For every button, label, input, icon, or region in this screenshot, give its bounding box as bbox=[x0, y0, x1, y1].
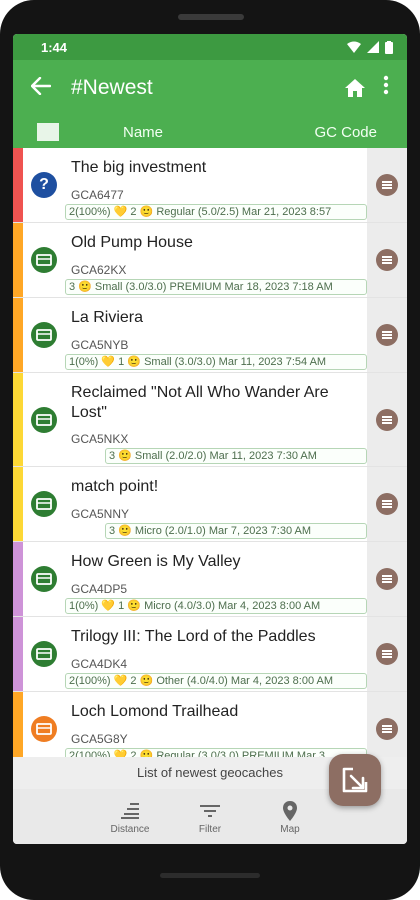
home-icon[interactable] bbox=[337, 78, 373, 98]
cache-name: The big investment bbox=[71, 159, 207, 176]
app-bar: #Newest bbox=[13, 60, 407, 116]
item-menu-icon[interactable] bbox=[376, 568, 398, 590]
cache-info: 2(100%) 💛 2 🙂 Other (4.0/4.0) Mar 4, 202… bbox=[65, 673, 367, 689]
nav-map[interactable]: Map bbox=[255, 798, 325, 835]
cache-info: 1(0%) 💛 1 🙂 Small (3.0/3.0) Mar 11, 2023… bbox=[65, 354, 367, 370]
cache-info: 3 🙂 Small (3.0/3.0) PREMIUM Mar 18, 2023… bbox=[65, 279, 367, 295]
list-item[interactable]: match point! GCA5NNY 3 🙂 Micro (2.0/1.0)… bbox=[13, 467, 407, 542]
phone-frame: 1:44 #Newest Name GC Code ? The big inve… bbox=[0, 0, 420, 900]
difficulty-stripe bbox=[13, 148, 23, 222]
page-title: #Newest bbox=[71, 76, 153, 99]
cache-code: GCA6477 bbox=[71, 188, 124, 202]
cache-code: GCA4DK4 bbox=[71, 657, 128, 671]
difficulty-stripe bbox=[13, 467, 23, 541]
cache-info: 2(100%) 💛 2 🙂 Regular (3.0/3.0) PREMIUM … bbox=[65, 748, 367, 757]
map-pin-icon bbox=[255, 798, 325, 824]
cache-name: match point! bbox=[71, 478, 159, 495]
battery-icon bbox=[385, 40, 393, 54]
nav-distance-label: Distance bbox=[110, 824, 150, 835]
list-item[interactable]: La Riviera GCA5NYB 1(0%) 💛 1 🙂 Small (3.… bbox=[13, 298, 407, 373]
cache-code: GCA5NKX bbox=[71, 432, 129, 446]
column-name[interactable]: Name bbox=[123, 124, 163, 141]
list-item[interactable]: Loch Lomond Trailhead GCA5G8Y 2(100%) 💛 … bbox=[13, 692, 407, 757]
mystery-cache-icon: ? bbox=[31, 172, 57, 198]
open-external-button[interactable] bbox=[329, 754, 381, 806]
cache-code: GCA4DP5 bbox=[71, 582, 128, 596]
signal-icon bbox=[367, 41, 379, 53]
cache-info: 3 🙂 Micro (2.0/1.0) Mar 7, 2023 7:30 AM bbox=[105, 523, 367, 539]
item-menu-icon[interactable] bbox=[376, 174, 398, 196]
list-item[interactable]: Old Pump House GCA62KX 3 🙂 Small (3.0/3.… bbox=[13, 223, 407, 298]
difficulty-stripe bbox=[13, 692, 23, 757]
cache-code: GCA5G8Y bbox=[71, 732, 128, 746]
list-item[interactable]: Trilogy III: The Lord of the Paddles GCA… bbox=[13, 617, 407, 692]
cache-info: 3 🙂 Small (2.0/2.0) Mar 11, 2023 7:30 AM bbox=[105, 448, 367, 464]
cache-name: Old Pump House bbox=[71, 234, 193, 251]
home-indicator bbox=[160, 873, 260, 878]
cache-name: Reclaimed "Not All Who Wander Are Lost" bbox=[71, 384, 329, 421]
column-header: Name GC Code bbox=[13, 116, 407, 148]
more-options-icon[interactable] bbox=[373, 75, 399, 101]
speaker bbox=[178, 14, 244, 20]
list-item[interactable]: ? The big investment GCA6477 2(100%) 💛 2… bbox=[13, 148, 407, 223]
item-menu-icon[interactable] bbox=[376, 718, 398, 740]
traditional-cache-icon bbox=[31, 641, 57, 667]
nav-filter[interactable]: Filter bbox=[175, 798, 245, 835]
difficulty-stripe bbox=[13, 542, 23, 616]
cache-info: 2(100%) 💛 2 🙂 Regular (5.0/2.5) Mar 21, … bbox=[65, 204, 367, 220]
traditional-cache-icon bbox=[31, 247, 57, 273]
traditional-cache-icon bbox=[31, 566, 57, 592]
item-menu-icon[interactable] bbox=[376, 408, 398, 431]
traditional-cache-icon bbox=[31, 491, 57, 517]
sort-icon bbox=[95, 798, 165, 824]
traditional-cache-icon bbox=[31, 716, 57, 742]
difficulty-stripe bbox=[13, 298, 23, 372]
item-menu-icon[interactable] bbox=[376, 324, 398, 346]
open-external-icon bbox=[342, 767, 368, 793]
status-bar: 1:44 bbox=[13, 34, 407, 60]
select-all-checkbox[interactable] bbox=[37, 123, 59, 141]
cache-name: How Green is My Valley bbox=[71, 553, 241, 570]
list-item[interactable]: Reclaimed "Not All Who Wander Are Lost" … bbox=[13, 373, 407, 467]
difficulty-stripe bbox=[13, 373, 23, 466]
difficulty-stripe bbox=[13, 223, 23, 297]
screen: 1:44 #Newest Name GC Code ? The big inve… bbox=[13, 34, 407, 844]
cache-info: 1(0%) 💛 1 🙂 Micro (4.0/3.0) Mar 4, 2023 … bbox=[65, 598, 367, 614]
cache-name: La Riviera bbox=[71, 309, 144, 326]
cache-code: GCA5NNY bbox=[71, 507, 130, 521]
cache-code: GCA62KX bbox=[71, 263, 127, 277]
traditional-cache-icon bbox=[31, 406, 57, 433]
nav-distance[interactable]: Distance bbox=[95, 798, 165, 835]
wifi-icon bbox=[347, 41, 361, 53]
cache-name: Trilogy III: The Lord of the Paddles bbox=[71, 628, 316, 645]
item-menu-icon[interactable] bbox=[376, 493, 398, 515]
column-gc-code[interactable]: GC Code bbox=[314, 124, 377, 141]
cache-name: Loch Lomond Trailhead bbox=[71, 703, 239, 720]
nav-map-label: Map bbox=[280, 824, 300, 835]
traditional-cache-icon bbox=[31, 322, 57, 348]
item-menu-icon[interactable] bbox=[376, 249, 398, 271]
list-item[interactable]: How Green is My Valley GCA4DP5 1(0%) 💛 1… bbox=[13, 542, 407, 617]
status-time: 1:44 bbox=[41, 39, 68, 55]
filter-icon bbox=[175, 798, 245, 824]
back-arrow-icon[interactable] bbox=[30, 75, 71, 101]
status-icons bbox=[347, 40, 393, 54]
nav-filter-label: Filter bbox=[198, 824, 222, 835]
difficulty-stripe bbox=[13, 617, 23, 691]
cache-code: GCA5NYB bbox=[71, 338, 129, 352]
item-menu-icon[interactable] bbox=[376, 643, 398, 665]
cache-list: ? The big investment GCA6477 2(100%) 💛 2… bbox=[13, 148, 407, 757]
